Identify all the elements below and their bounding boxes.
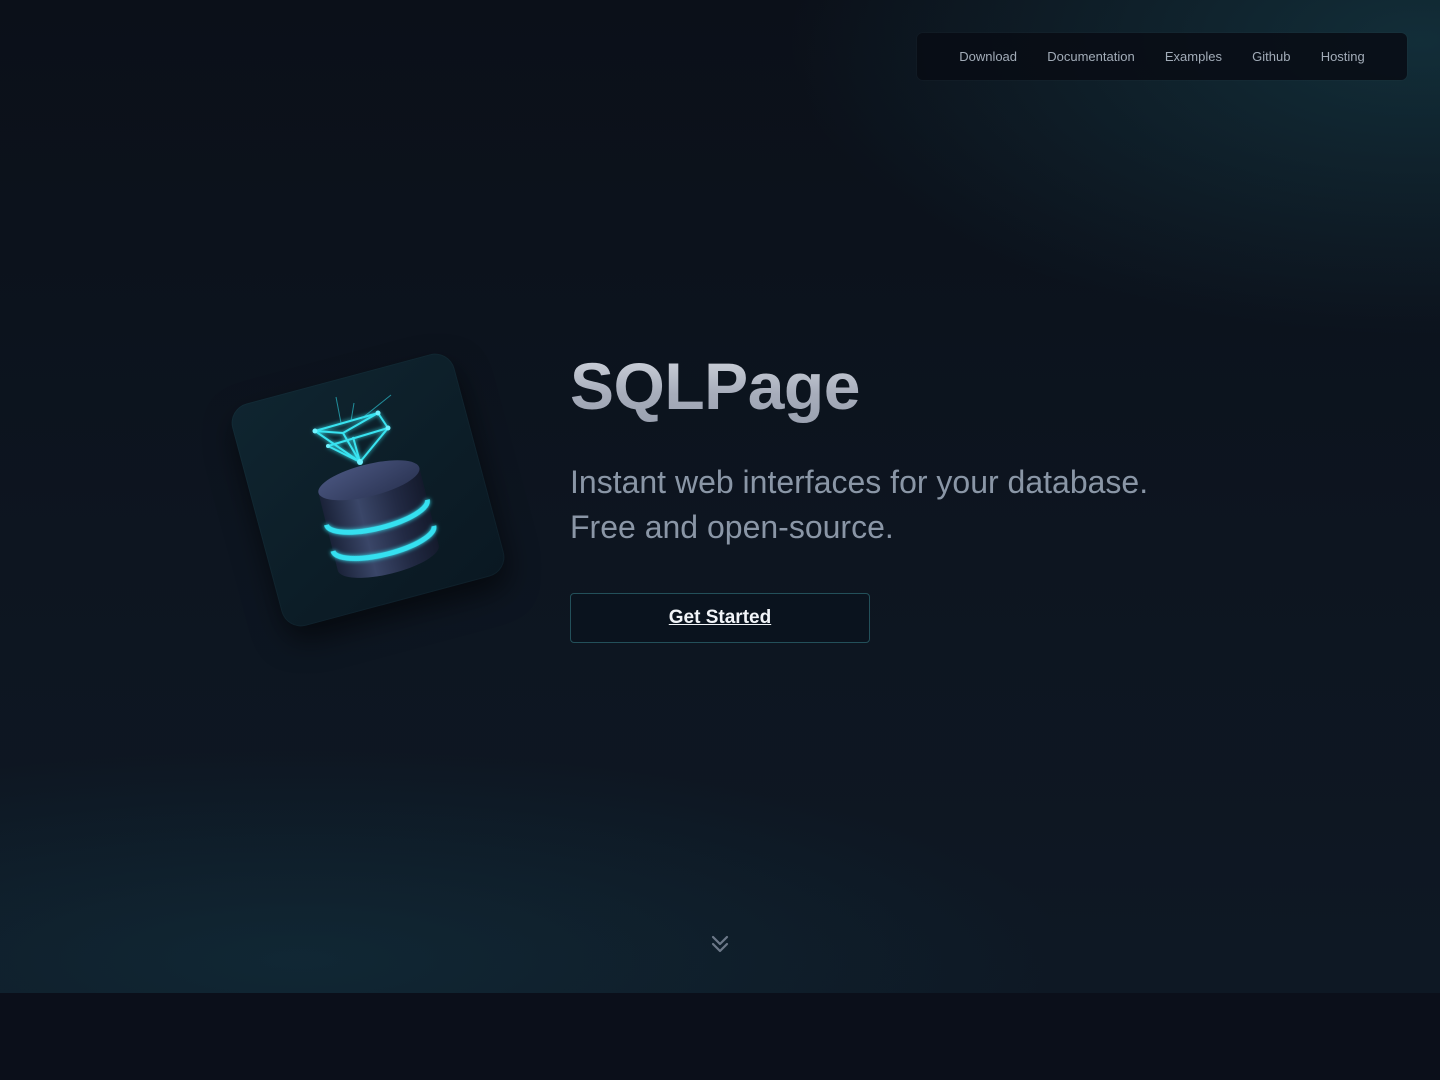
nav-link-documentation[interactable]: Documentation: [1047, 49, 1134, 64]
hero-section: Download Documentation Examples Github H…: [0, 0, 1440, 993]
nav-link-github[interactable]: Github: [1252, 49, 1290, 64]
tagline-line-2: Free and open-source.: [570, 509, 894, 545]
nav-link-hosting[interactable]: Hosting: [1321, 49, 1365, 64]
page-title: SQLPage: [570, 349, 860, 423]
tagline: Instant web interfaces for your database…: [570, 460, 1148, 550]
get-started-button[interactable]: Get Started: [570, 593, 870, 643]
double-chevron-down-icon[interactable]: [708, 932, 732, 956]
top-nav: Download Documentation Examples Github H…: [917, 33, 1407, 80]
database-with-diamond-icon: [312, 394, 439, 578]
page-footer-band: [0, 993, 1440, 1080]
tagline-line-1: Instant web interfaces for your database…: [570, 464, 1149, 500]
nav-link-examples[interactable]: Examples: [1165, 49, 1222, 64]
nav-link-download[interactable]: Download: [959, 49, 1017, 64]
